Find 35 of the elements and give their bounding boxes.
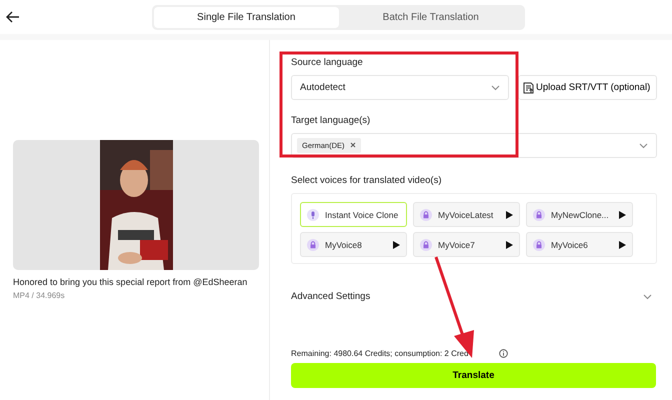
tab[interactable]: Batch File Translation <box>338 6 523 28</box>
translate-button[interactable]: Translate <box>291 363 656 388</box>
chevron-down-icon <box>491 84 500 90</box>
voice-option[interactable]: Instant Voice Clone <box>300 202 407 227</box>
voice-option[interactable]: MyVoice6 <box>526 232 633 257</box>
lock-icon <box>420 238 432 250</box>
chevron-down-icon <box>643 294 652 300</box>
voice-option[interactable]: MyNewClone... <box>526 202 633 227</box>
video-title: Honored to bring you this special report from @EdSheeran <box>13 277 248 287</box>
lock-icon <box>307 238 319 250</box>
section-label: Select voices for translated video(s) <box>291 175 442 186</box>
advanced-settings-row[interactable]: Advanced Settings <box>291 291 657 302</box>
upload-button[interactable]: Upload SRT/VTT (optional) <box>518 75 657 100</box>
field-label: Source language <box>291 57 364 68</box>
play-icon[interactable] <box>506 210 513 218</box>
play-icon[interactable] <box>393 240 400 248</box>
voice-option[interactable]: MyVoice7 <box>413 232 520 257</box>
voice-option[interactable]: MyVoiceLatest <box>413 202 520 227</box>
field-label: Target language(s) <box>291 115 372 126</box>
tab[interactable]: Single File Translation <box>154 6 338 28</box>
info-icon[interactable] <box>499 349 508 358</box>
back-arrow-icon[interactable] <box>6 10 20 24</box>
chevron-down-icon <box>639 142 648 148</box>
source-language-dropdown[interactable]: Autodetect <box>291 75 509 100</box>
play-icon[interactable] <box>619 240 626 248</box>
play-icon[interactable] <box>619 210 626 218</box>
remove-icon[interactable] <box>350 141 356 150</box>
document-upload-icon <box>523 82 534 94</box>
video-info: MP4 / 34.969s <box>13 291 66 300</box>
lock-icon <box>533 238 545 250</box>
microphone-icon <box>307 208 319 220</box>
play-icon[interactable] <box>506 240 513 248</box>
lock-icon <box>533 208 545 220</box>
lock-icon <box>420 208 432 220</box>
voice-option[interactable]: MyVoice8 <box>300 232 407 257</box>
